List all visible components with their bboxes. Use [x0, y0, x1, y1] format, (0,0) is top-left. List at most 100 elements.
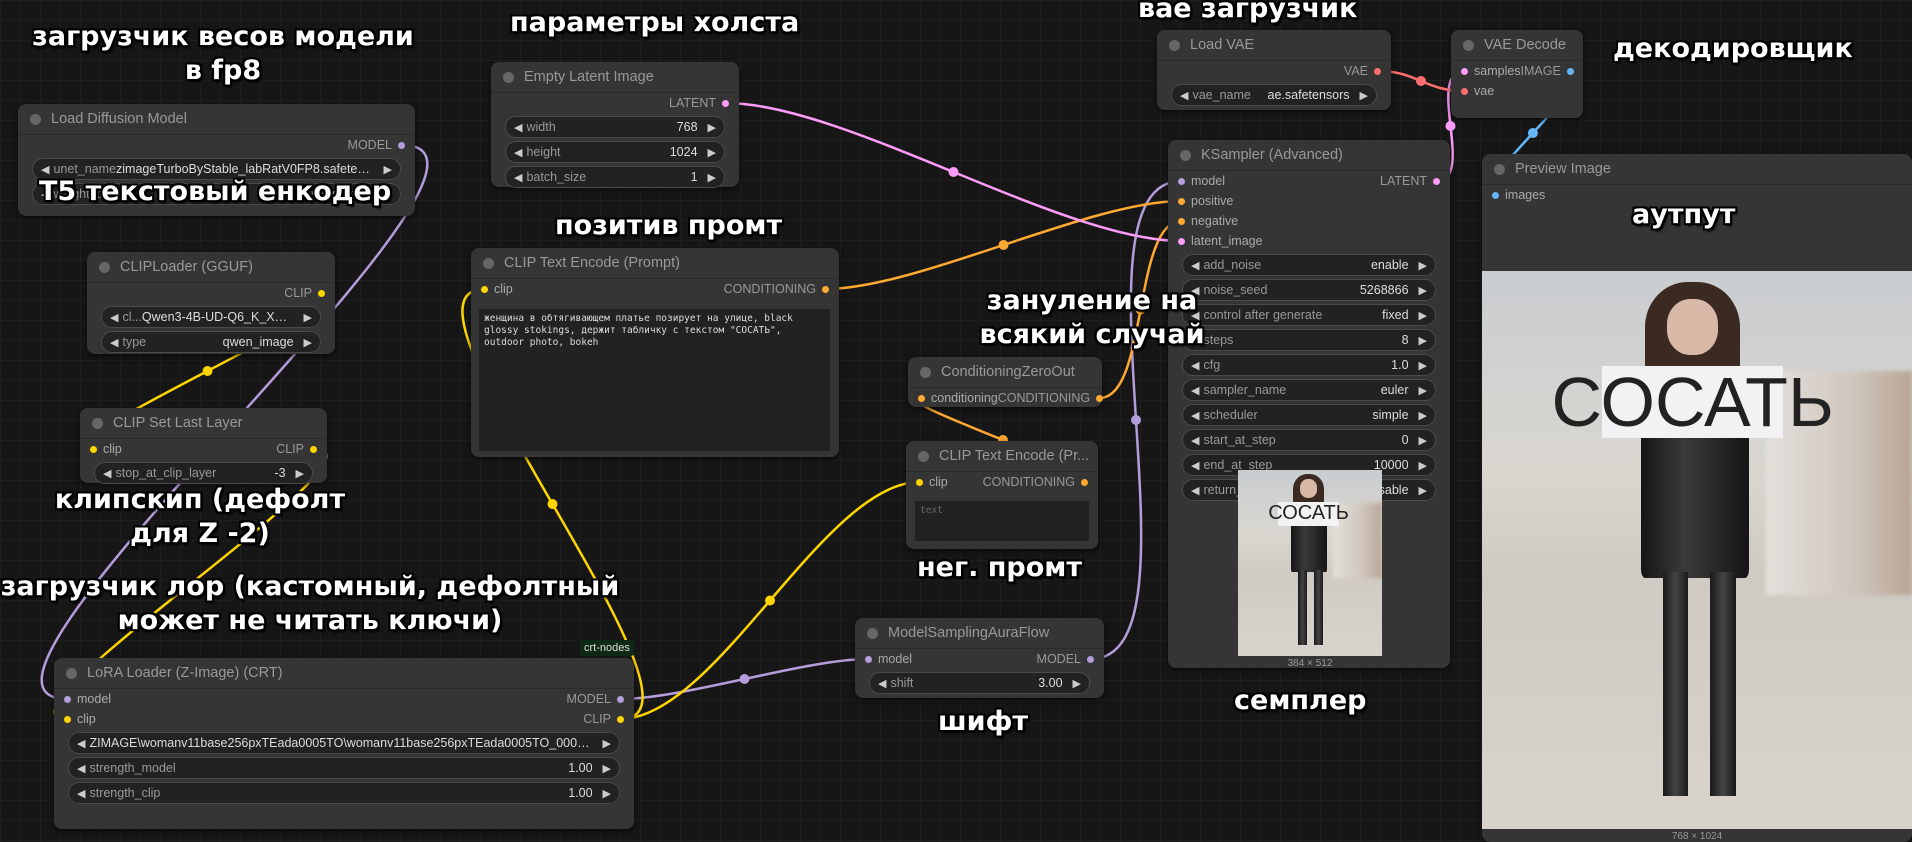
node-title-bar[interactable]: CLIP Text Encode (Prompt): [471, 248, 839, 279]
model-output-dot-icon[interactable]: [617, 695, 624, 703]
increment-arrow-icon[interactable]: ▶: [603, 787, 611, 800]
prompt-textarea[interactable]: text: [915, 501, 1089, 541]
input-slot[interactable]: clip: [64, 712, 96, 726]
image-output-dot-icon[interactable]: [1566, 67, 1574, 75]
node-title-bar[interactable]: ConditioningZeroOut: [908, 357, 1102, 388]
node-title-bar[interactable]: VAE Decode: [1451, 30, 1583, 61]
decrement-arrow-icon[interactable]: ◀: [514, 171, 522, 184]
input-slot[interactable]: vae: [1461, 84, 1494, 98]
widget-width[interactable]: ◀ width 768 ▶: [505, 116, 725, 138]
increment-arrow-icon[interactable]: ▶: [1419, 334, 1427, 347]
widget-sampler-name[interactable]: ◀ sampler_name euler ▶: [1182, 379, 1436, 401]
collapse-dot-icon[interactable]: [1180, 149, 1191, 161]
increment-arrow-icon[interactable]: ▶: [1419, 459, 1427, 472]
decrement-arrow-icon[interactable]: ◀: [77, 762, 85, 775]
collapse-dot-icon[interactable]: [66, 667, 77, 679]
node-pos[interactable]: CLIP Text Encode (Prompt) clip CONDITIONIN…: [471, 248, 839, 457]
conditioning-input-dot-icon[interactable]: [1178, 197, 1185, 205]
increment-arrow-icon[interactable]: ▶: [1419, 434, 1427, 447]
model-input-dot-icon[interactable]: [64, 695, 71, 703]
model-output-dot-icon[interactable]: [1087, 655, 1094, 663]
decrement-arrow-icon[interactable]: ◀: [1191, 459, 1199, 472]
input-slot[interactable]: model: [1178, 174, 1225, 188]
decrement-arrow-icon[interactable]: ◀: [1191, 259, 1199, 272]
increment-arrow-icon[interactable]: ▶: [304, 311, 312, 324]
increment-arrow-icon[interactable]: ▶: [1419, 284, 1427, 297]
decrement-arrow-icon[interactable]: ◀: [77, 787, 85, 800]
collapse-dot-icon[interactable]: [483, 257, 494, 269]
model-link[interactable]: [620, 657, 869, 701]
widget-steps[interactable]: ◀ steps 8 ▶: [1182, 329, 1436, 351]
collapse-dot-icon[interactable]: [1494, 163, 1505, 175]
widget-cfg[interactable]: ◀ cfg 1.0 ▶: [1182, 354, 1436, 376]
decrement-arrow-icon[interactable]: ◀: [1191, 434, 1199, 447]
output-slot[interactable]: IMAGE: [1521, 64, 1574, 78]
increment-arrow-icon[interactable]: ▶: [1419, 259, 1427, 272]
widget-strength-model[interactable]: ◀ strength_model 1.00 ▶: [68, 757, 620, 779]
input-slot[interactable]: samples: [1461, 64, 1521, 78]
link-midpoint-handle[interactable]: [998, 240, 1009, 250]
node-neg[interactable]: CLIP Text Encode (Pr... clip CONDITIONING t…: [906, 441, 1098, 549]
vae-input-dot-icon[interactable]: [1461, 87, 1468, 95]
node-title-bar[interactable]: CLIP Set Last Layer: [80, 408, 327, 439]
increment-arrow-icon[interactable]: ▶: [603, 762, 611, 775]
increment-arrow-icon[interactable]: ▶: [1419, 309, 1427, 322]
clip-output-dot-icon[interactable]: [617, 715, 624, 723]
node-title-bar[interactable]: Load VAE: [1157, 30, 1391, 61]
node-title-bar[interactable]: Empty Latent Image: [491, 62, 739, 93]
output-slot[interactable]: MODEL: [567, 692, 624, 706]
node-title-bar[interactable]: CLIP Text Encode (Pr...: [906, 441, 1098, 472]
widget-noise-seed[interactable]: ◀ noise_seed 5268866 ▶: [1182, 279, 1436, 301]
increment-arrow-icon[interactable]: ▶: [384, 163, 392, 176]
widget-height[interactable]: ◀ height 1024 ▶: [505, 141, 725, 163]
input-slot[interactable]: negative: [1178, 214, 1238, 228]
decrement-arrow-icon[interactable]: ◀: [77, 737, 85, 750]
collapse-dot-icon[interactable]: [1169, 39, 1180, 51]
decrement-arrow-icon[interactable]: ◀: [1191, 484, 1199, 497]
widget-control-after-generate[interactable]: ◀ control after generate fixed ▶: [1182, 304, 1436, 326]
model-output-dot-icon[interactable]: [398, 141, 405, 149]
widget-batch-size[interactable]: ◀ batch_size 1 ▶: [505, 166, 725, 188]
clip-input-dot-icon[interactable]: [90, 445, 97, 453]
node-msaf[interactable]: ModelSamplingAuraFlow model MODEL ◀ shift 3.0…: [855, 618, 1104, 698]
decrement-arrow-icon[interactable]: ◀: [1191, 409, 1199, 422]
increment-arrow-icon[interactable]: ▶: [1419, 359, 1427, 372]
output-slot[interactable]: CLIP: [276, 442, 317, 456]
increment-arrow-icon[interactable]: ▶: [1419, 409, 1427, 422]
decrement-arrow-icon[interactable]: ◀: [110, 311, 118, 324]
clip-input-dot-icon[interactable]: [64, 715, 71, 723]
output-slot[interactable]: CLIP: [284, 286, 325, 300]
decrement-arrow-icon[interactable]: ◀: [1191, 359, 1199, 372]
input-slot[interactable]: clip: [481, 282, 513, 296]
output-slot[interactable]: CONDITIONING: [998, 391, 1104, 405]
output-slot[interactable]: MODEL: [1037, 652, 1094, 666]
widget-cl-[interactable]: ◀ cl... Qwen3-4B-UD-Q6_K_XL.gguf ▶: [101, 306, 321, 328]
decrement-arrow-icon[interactable]: ◀: [514, 121, 522, 134]
node-lora[interactable]: LoRA Loader (Z-Image) (CRT) model MODEL cli…: [54, 658, 634, 829]
node-prev[interactable]: Preview Image images СОСАТЬ 768 × 1024: [1482, 154, 1912, 842]
node-title-bar[interactable]: ModelSamplingAuraFlow: [855, 618, 1104, 649]
conditioning-input-dot-icon[interactable]: [1178, 217, 1185, 225]
collapse-dot-icon[interactable]: [503, 71, 514, 83]
increment-arrow-icon[interactable]: ▶: [1360, 89, 1368, 102]
clip-input-dot-icon[interactable]: [916, 478, 923, 486]
latent-output-dot-icon[interactable]: [722, 99, 729, 107]
node-vae[interactable]: Load VAE VAE ◀ vae_name ae.safetensors ▶: [1157, 30, 1391, 110]
decrement-arrow-icon[interactable]: ◀: [41, 163, 49, 176]
latent-link[interactable]: [725, 101, 1182, 243]
input-slot[interactable]: images: [1492, 188, 1545, 202]
widget-vae-name[interactable]: ◀ vae_name ae.safetensors ▶: [1171, 84, 1377, 106]
decrement-arrow-icon[interactable]: ◀: [110, 336, 118, 349]
increment-arrow-icon[interactable]: ▶: [1419, 484, 1427, 497]
increment-arrow-icon[interactable]: ▶: [603, 737, 611, 750]
widget-shift[interactable]: ◀ shift 3.00 ▶: [869, 672, 1090, 694]
model-input-dot-icon[interactable]: [865, 655, 872, 663]
output-slot[interactable]: CONDITIONING: [983, 475, 1088, 489]
clip-output-dot-icon[interactable]: [310, 445, 317, 453]
latent-output-dot-icon[interactable]: [1433, 177, 1440, 185]
node-title-bar[interactable]: CLIPLoader (GGUF): [87, 252, 335, 283]
link-midpoint-handle[interactable]: [1131, 415, 1141, 425]
decrement-arrow-icon[interactable]: ◀: [514, 146, 522, 159]
collapse-dot-icon[interactable]: [99, 261, 110, 273]
latent-input-dot-icon[interactable]: [1178, 237, 1185, 245]
